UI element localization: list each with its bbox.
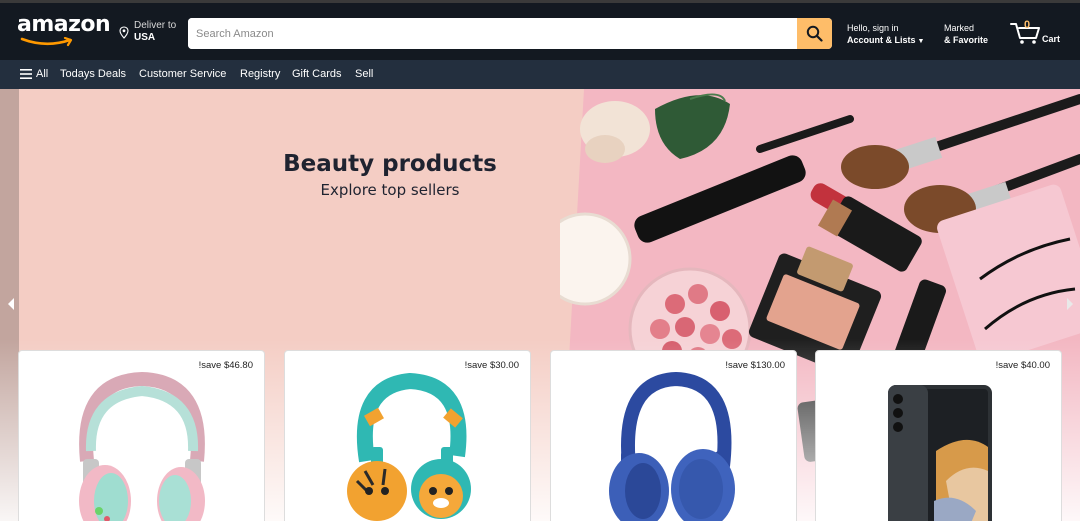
chevron-left-icon[interactable] (7, 297, 15, 311)
account-greeting: Hello, sign in (847, 23, 899, 33)
deliver-location: USA (134, 32, 156, 43)
deliver-label: Deliver to (134, 20, 177, 31)
hamburger-menu-icon (20, 69, 32, 79)
caret-down-icon: ▼ (917, 38, 925, 45)
nav-item-todays-deals[interactable]: Todays Deals (60, 68, 126, 80)
chevron-right-icon[interactable] (1066, 297, 1074, 311)
location-pin-icon (119, 26, 129, 39)
hero-title: Beauty products (283, 151, 497, 177)
pink-mint-headphones-image (79, 371, 205, 521)
all-menu-button[interactable]: All (20, 68, 48, 80)
cart-button[interactable]: 0 Cart (1010, 19, 1070, 47)
top-header: amazon Deliver to USA Hello, sign in Acc… (0, 0, 1080, 60)
marked-favorite[interactable]: Marked & Favorite (944, 23, 988, 46)
search-icon (806, 25, 823, 42)
favorite-label: & Favorite (944, 35, 989, 45)
product-card[interactable]: !save $130.00 (550, 350, 797, 521)
logo-smile-icon (20, 37, 73, 47)
all-menu-label: All (36, 68, 49, 80)
amazon-logo[interactable]: amazon (17, 12, 111, 50)
account-lists-label: Account & Lists (847, 35, 916, 45)
marked-label: Marked (944, 23, 975, 33)
logo-text: amazon (17, 12, 111, 37)
hero-subtitle: Explore top sellers (320, 181, 460, 199)
account-lists[interactable]: Hello, sign in Account & Lists ▼ (847, 23, 924, 48)
cart-label: Cart (1042, 34, 1061, 44)
product-card[interactable]: !save $40.00 (815, 350, 1062, 521)
foldable-phone-image (888, 385, 992, 521)
product-card[interactable]: !save $46.80 (18, 350, 265, 521)
secondary-nav: All Todays Deals Customer Service Regist… (0, 60, 1080, 89)
nav-item-registry[interactable]: Registry (240, 68, 280, 80)
blue-jbl-headphones-image (609, 371, 735, 521)
nav-item-sell[interactable]: Sell (355, 68, 373, 80)
kids-tiger-headphones-image (347, 372, 471, 521)
product-card[interactable]: !save $30.00 (284, 350, 531, 521)
nav-item-gift-cards[interactable]: Gift Cards (292, 68, 342, 80)
search-bar (188, 18, 832, 49)
search-button[interactable] (797, 18, 832, 49)
nav-item-customer-service[interactable]: Customer Service (139, 68, 226, 80)
search-input[interactable] (188, 18, 797, 49)
cart-count: 0 (1024, 19, 1031, 31)
